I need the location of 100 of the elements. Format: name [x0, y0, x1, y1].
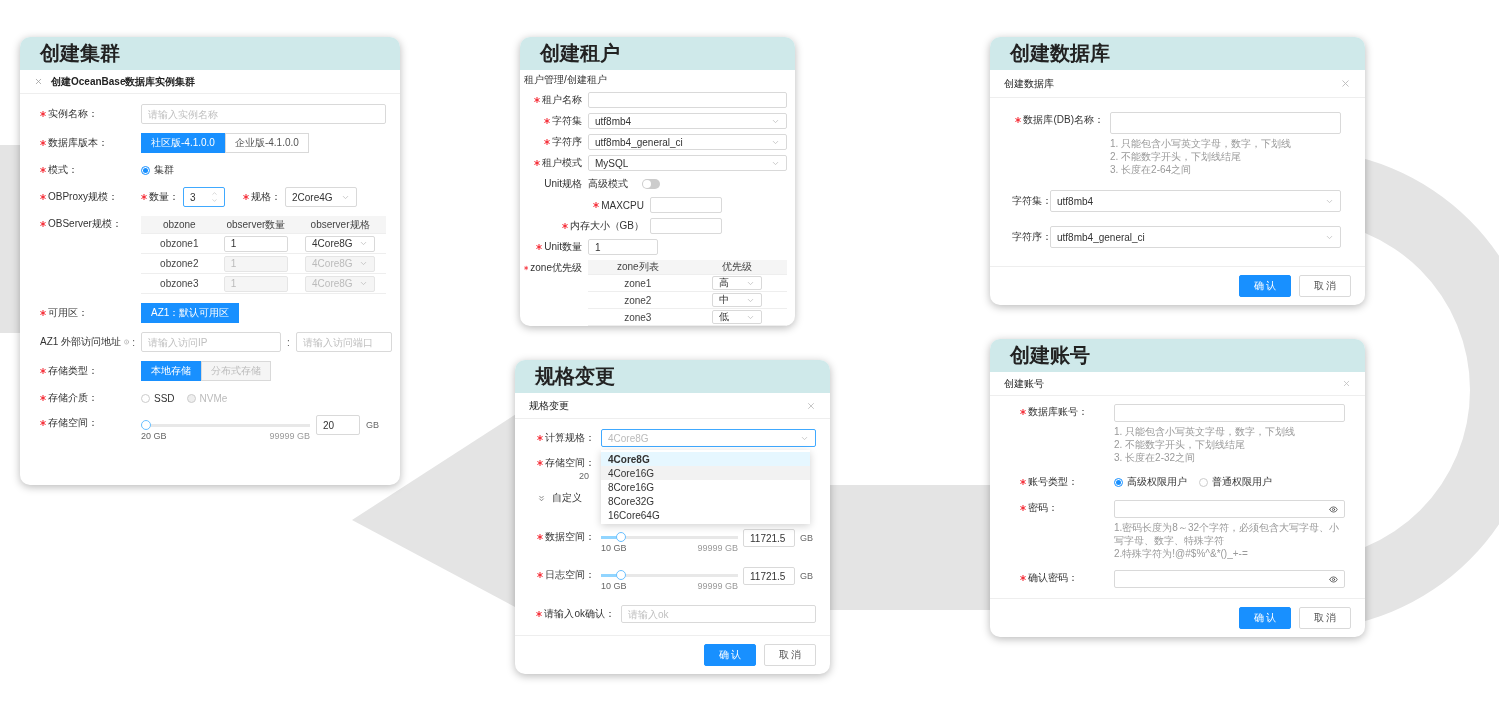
field-label: MAXCPU: [601, 199, 644, 211]
count-input[interactable]: 1: [223, 235, 288, 252]
text-input[interactable]: [1110, 112, 1341, 134]
select-field[interactable]: 高: [712, 276, 763, 290]
field-label: 字符集：: [1012, 194, 1052, 208]
eye-icon: [1329, 574, 1338, 584]
field-label: 实例名称：: [48, 107, 98, 121]
separator: :: [287, 336, 290, 348]
number-input[interactable]: 3: [183, 187, 225, 207]
segment-button[interactable]: 企业版-4.1.0.0: [224, 133, 309, 153]
hint-text: 1.密码长度为8～32个字符，必须包含大写字母、小写字母、数字、特殊字符: [1114, 521, 1341, 547]
radio-button[interactable]: [141, 393, 150, 403]
select-field[interactable]: utf8mb4_general_ci: [588, 134, 787, 150]
select-field[interactable]: 4Core8G: [305, 235, 376, 252]
slider-thumb[interactable]: [141, 420, 151, 430]
slider-thumb[interactable]: [616, 570, 627, 580]
value-input[interactable]: 11721.5: [743, 529, 795, 547]
dropdown-option[interactable]: 8Core32G: [601, 494, 810, 508]
cancel-button[interactable]: 取 消: [1299, 607, 1351, 629]
select-field[interactable]: utf8mb4: [1050, 190, 1341, 212]
field-label: 计算规格：: [545, 431, 595, 445]
dropdown-option[interactable]: 4Core16G: [601, 466, 810, 480]
password-field[interactable]: [1114, 500, 1345, 518]
text-input[interactable]: 1: [588, 239, 658, 255]
dialog-title: 规格变更: [529, 398, 569, 413]
chevron-up-icon: [211, 190, 218, 197]
close-icon[interactable]: [1340, 78, 1351, 89]
close-icon[interactable]: [34, 77, 43, 86]
select-field[interactable]: utf8mb4_general_ci: [1050, 226, 1341, 248]
hint-text: 2. 不能数字开头，下划线结尾: [1110, 150, 1243, 163]
select-field[interactable]: 低: [712, 310, 763, 324]
chevron-down-icon: [359, 239, 369, 248]
slider-min-label: 10 GB: [601, 543, 627, 553]
value-input[interactable]: 11721.5: [743, 567, 795, 585]
column-header: zone列表: [616, 260, 659, 274]
field-label: 存储介质：: [48, 391, 98, 405]
radio-button[interactable]: [1114, 477, 1123, 487]
field-label: 字符序: [552, 135, 582, 149]
text-input[interactable]: [650, 197, 722, 213]
cancel-button[interactable]: 取 消: [1299, 275, 1351, 297]
field-label: zone优先级: [530, 261, 582, 275]
chevron-down-icon: [211, 197, 218, 204]
card-title: 规格变更: [535, 364, 615, 389]
cancel-button[interactable]: 取 消: [764, 644, 816, 666]
toggle-switch[interactable]: [642, 179, 660, 189]
table-cell: obzone3: [160, 278, 199, 289]
field-label: 数量：: [149, 190, 179, 204]
text-input[interactable]: [588, 92, 787, 108]
table-cell: zone3: [624, 311, 652, 323]
hint-text: 2. 不能数字开头，下划线结尾: [1114, 438, 1247, 451]
close-icon[interactable]: [1342, 379, 1351, 388]
field-label: 数据空间：: [545, 530, 595, 544]
field-label: 数据库(DB)名称：: [1023, 113, 1104, 127]
field-label: AZ1 外部访问地址: [40, 335, 122, 349]
radio-label: 普通权限用户: [1212, 475, 1272, 489]
slider-min-label: 20 GB: [141, 431, 167, 441]
field-label: Unit规格: [544, 177, 582, 191]
column-header: 优先级: [722, 260, 753, 274]
hint-text: 3. 长度在2-32之间: [1114, 451, 1197, 464]
field-label: 数据库版本：: [48, 136, 108, 150]
close-icon[interactable]: [806, 400, 816, 411]
dialog-title: 创建账号: [1004, 376, 1044, 391]
unit-label: GB: [366, 419, 380, 430]
dropdown-option[interactable]: 8Core16G: [601, 480, 810, 494]
dropdown-option[interactable]: 16Core64G: [601, 508, 810, 522]
field-label: OBServer规模：: [48, 217, 122, 231]
select-field[interactable]: utf8mb4: [588, 113, 787, 129]
radio-button[interactable]: [1199, 477, 1208, 487]
password-field[interactable]: [1114, 570, 1345, 588]
slider-thumb[interactable]: [616, 532, 627, 542]
text-input[interactable]: [1114, 404, 1345, 422]
card-title: 创建数据库: [1010, 41, 1110, 66]
column-header: observer规格: [310, 217, 370, 232]
text-input[interactable]: [650, 218, 722, 234]
unit-label: GB: [800, 570, 814, 581]
select-field[interactable]: MySQL: [588, 155, 787, 171]
select-field[interactable]: 2Core4G: [285, 187, 357, 207]
field-label: 租户模式: [542, 156, 582, 170]
select-field[interactable]: 中: [712, 293, 763, 307]
field-label: 确认密码：: [1028, 571, 1078, 585]
dropdown-option[interactable]: 4Core8G: [601, 452, 810, 466]
field-label: 租户名称: [542, 93, 582, 107]
dialog-title: 创建数据库: [1004, 76, 1054, 91]
hint-text: 1. 只能包含小写英文字母，数字，下划线: [1110, 137, 1293, 150]
field-label: OBProxy规模：: [48, 190, 118, 204]
radio-button[interactable]: [141, 165, 150, 175]
slider-max-label: 99999 GB: [697, 543, 738, 553]
card-title: 创建账号: [1010, 343, 1090, 368]
hint-text: 1. 只能包含小写英文字母，数字，下划线: [1114, 425, 1297, 438]
value-input[interactable]: 20: [316, 415, 360, 435]
radio-label: NVMe: [199, 392, 228, 404]
radio-label: 高级权限用户: [1127, 475, 1187, 489]
table-cell: zone2: [624, 294, 652, 306]
breadcrumb: 租户管理/创建租户: [524, 73, 608, 87]
toggle-label: 高级模式: [588, 177, 628, 191]
chevron-down-icon: [359, 279, 369, 288]
field-label: 数据库账号：: [1028, 405, 1088, 419]
hint-text: 3. 长度在2-64之间: [1110, 163, 1193, 176]
table-cell: obzone1: [160, 238, 199, 249]
radio-label: 集群: [154, 163, 174, 177]
